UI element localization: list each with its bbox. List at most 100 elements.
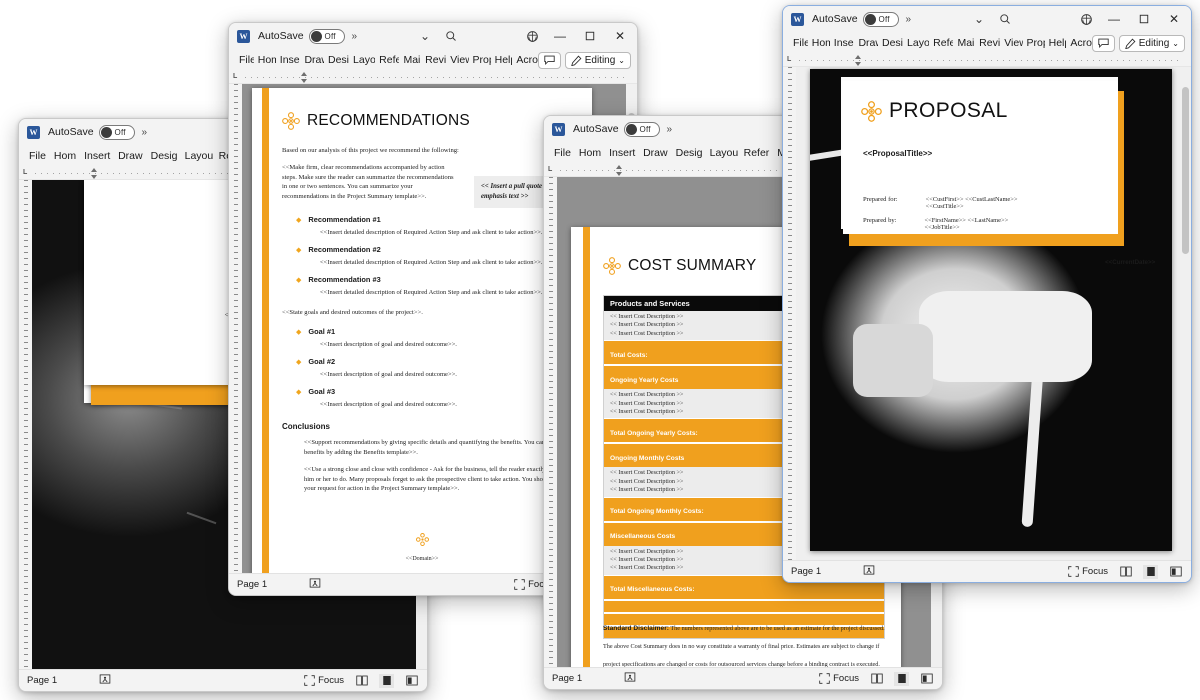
- tab-design[interactable]: Desig: [878, 36, 903, 50]
- horizontal-ruler[interactable]: L: [783, 54, 1191, 67]
- print-layout-icon[interactable]: [894, 671, 909, 686]
- tab-insert[interactable]: Insert: [605, 146, 639, 160]
- tab-stop-marker[interactable]: L: [233, 73, 237, 80]
- accessibility-checker-icon[interactable]: [624, 671, 636, 686]
- ribbon-display-options-icon[interactable]: [1073, 8, 1099, 30]
- tab-file[interactable]: File: [550, 146, 575, 160]
- word-window-proposal[interactable]: W AutoSave Off » ⌄ — ✕ File Hom: [782, 5, 1192, 583]
- editing-mode-button[interactable]: Editing ⌄: [564, 51, 631, 69]
- tab-review[interactable]: Revie: [975, 36, 1000, 50]
- read-mode-icon[interactable]: [869, 672, 884, 686]
- comments-button[interactable]: [537, 51, 561, 69]
- editing-caret-icon[interactable]: ⌄: [1172, 39, 1179, 48]
- tab-references[interactable]: Refer: [740, 146, 774, 160]
- autosave-toggle[interactable]: Off: [623, 121, 660, 137]
- tab-stop-marker[interactable]: L: [23, 169, 27, 176]
- web-layout-icon[interactable]: [919, 672, 934, 686]
- tab-home[interactable]: Hom: [808, 36, 830, 50]
- tab-design[interactable]: Desig: [672, 146, 706, 160]
- tab-stop-marker[interactable]: L: [548, 166, 552, 173]
- scrollbar-thumb[interactable]: [1182, 86, 1189, 255]
- tab-help[interactable]: Help: [491, 53, 513, 67]
- search-icon[interactable]: [992, 8, 1018, 30]
- tab-view[interactable]: View: [446, 53, 468, 67]
- indent-marker[interactable]: [616, 165, 623, 176]
- tab-acrobat[interactable]: Acrob: [512, 53, 537, 67]
- tab-file[interactable]: File: [235, 53, 254, 67]
- title-dropdown-caret-icon[interactable]: ⌄: [412, 25, 438, 47]
- close-button[interactable]: ✕: [1159, 7, 1189, 31]
- tab-design[interactable]: Desig: [324, 53, 349, 67]
- tab-references[interactable]: Refer: [929, 36, 953, 50]
- overflow-chevron-icon[interactable]: »: [906, 14, 912, 25]
- editing-caret-icon[interactable]: ⌄: [618, 56, 625, 65]
- overflow-chevron-icon[interactable]: »: [667, 124, 673, 135]
- overflow-chevron-icon[interactable]: »: [142, 127, 148, 138]
- maximize-button[interactable]: [1129, 7, 1159, 31]
- close-button[interactable]: ✕: [605, 24, 635, 48]
- ribbon-tabs[interactable]: File Hom Insert Draw Desig Layou Refer M…: [229, 49, 637, 71]
- indent-marker[interactable]: [91, 168, 98, 179]
- ribbon-display-options-icon[interactable]: [519, 25, 545, 47]
- tab-proposal[interactable]: Prop: [1023, 36, 1045, 50]
- ribbon-tabs[interactable]: File Hom Insert Draw Desig Layou Refer M…: [783, 32, 1191, 54]
- accessibility-checker-icon[interactable]: [99, 673, 111, 688]
- accessibility-checker-icon[interactable]: [309, 577, 321, 592]
- print-layout-icon[interactable]: [1143, 564, 1158, 579]
- maximize-button[interactable]: [575, 24, 605, 48]
- print-layout-icon[interactable]: [379, 673, 394, 688]
- read-mode-icon[interactable]: [1118, 565, 1133, 579]
- minimize-button[interactable]: —: [1099, 7, 1129, 31]
- web-layout-icon[interactable]: [404, 674, 419, 688]
- focus-mode-button[interactable]: Focus: [1068, 566, 1108, 577]
- comments-button[interactable]: [1091, 34, 1115, 52]
- tab-mailings[interactable]: Maili: [953, 36, 975, 50]
- tab-layout[interactable]: Layou: [349, 53, 375, 67]
- horizontal-ruler[interactable]: L: [229, 71, 637, 84]
- tab-home[interactable]: Hom: [254, 53, 276, 67]
- tab-design[interactable]: Desig: [147, 149, 181, 163]
- minimize-button[interactable]: —: [545, 24, 575, 48]
- tab-draw[interactable]: Draw: [300, 53, 324, 67]
- page-indicator[interactable]: Page 1: [237, 579, 267, 590]
- page-indicator[interactable]: Page 1: [791, 566, 821, 577]
- tab-stop-marker[interactable]: L: [787, 56, 791, 63]
- tab-proposal[interactable]: Prop: [469, 53, 491, 67]
- autosave-toggle[interactable]: Off: [308, 28, 345, 44]
- tab-insert[interactable]: Insert: [276, 53, 301, 67]
- search-icon[interactable]: [438, 25, 464, 47]
- indent-marker[interactable]: [855, 55, 862, 66]
- tab-help[interactable]: Help: [1045, 36, 1067, 50]
- tab-file[interactable]: File: [789, 36, 808, 50]
- overflow-chevron-icon[interactable]: »: [352, 31, 358, 42]
- autosave-toggle[interactable]: Off: [862, 11, 899, 27]
- tab-mailings[interactable]: Maili: [399, 53, 421, 67]
- tab-view[interactable]: View: [1000, 36, 1022, 50]
- tab-draw[interactable]: Draw: [114, 149, 147, 163]
- tab-review[interactable]: Revie: [421, 53, 446, 67]
- accessibility-checker-icon[interactable]: [863, 564, 875, 579]
- title-dropdown-caret-icon[interactable]: ⌄: [966, 8, 992, 30]
- autosave-toggle[interactable]: Off: [98, 124, 135, 140]
- tab-references[interactable]: Refer: [375, 53, 399, 67]
- tab-acrobat[interactable]: Acrob: [1066, 36, 1091, 50]
- tab-layout[interactable]: Layou: [903, 36, 929, 50]
- tab-home[interactable]: Hom: [575, 146, 605, 160]
- vertical-scrollbar[interactable]: [1180, 67, 1191, 560]
- tab-draw[interactable]: Draw: [639, 146, 672, 160]
- tab-home[interactable]: Hom: [50, 149, 80, 163]
- tab-layout[interactable]: Layou: [181, 149, 215, 163]
- tab-layout[interactable]: Layou: [706, 146, 740, 160]
- focus-mode-button[interactable]: Focus: [819, 673, 859, 684]
- tab-draw[interactable]: Draw: [854, 36, 878, 50]
- read-mode-icon[interactable]: [354, 674, 369, 688]
- tab-insert[interactable]: Insert: [80, 149, 114, 163]
- page-indicator[interactable]: Page 1: [552, 673, 582, 684]
- focus-mode-button[interactable]: Focus: [304, 675, 344, 686]
- editing-mode-button[interactable]: Editing ⌄: [1118, 34, 1185, 52]
- page-indicator[interactable]: Page 1: [27, 675, 57, 686]
- tab-insert[interactable]: Insert: [830, 36, 855, 50]
- indent-marker[interactable]: [301, 72, 308, 83]
- web-layout-icon[interactable]: [1168, 565, 1183, 579]
- tab-file[interactable]: File: [25, 149, 50, 163]
